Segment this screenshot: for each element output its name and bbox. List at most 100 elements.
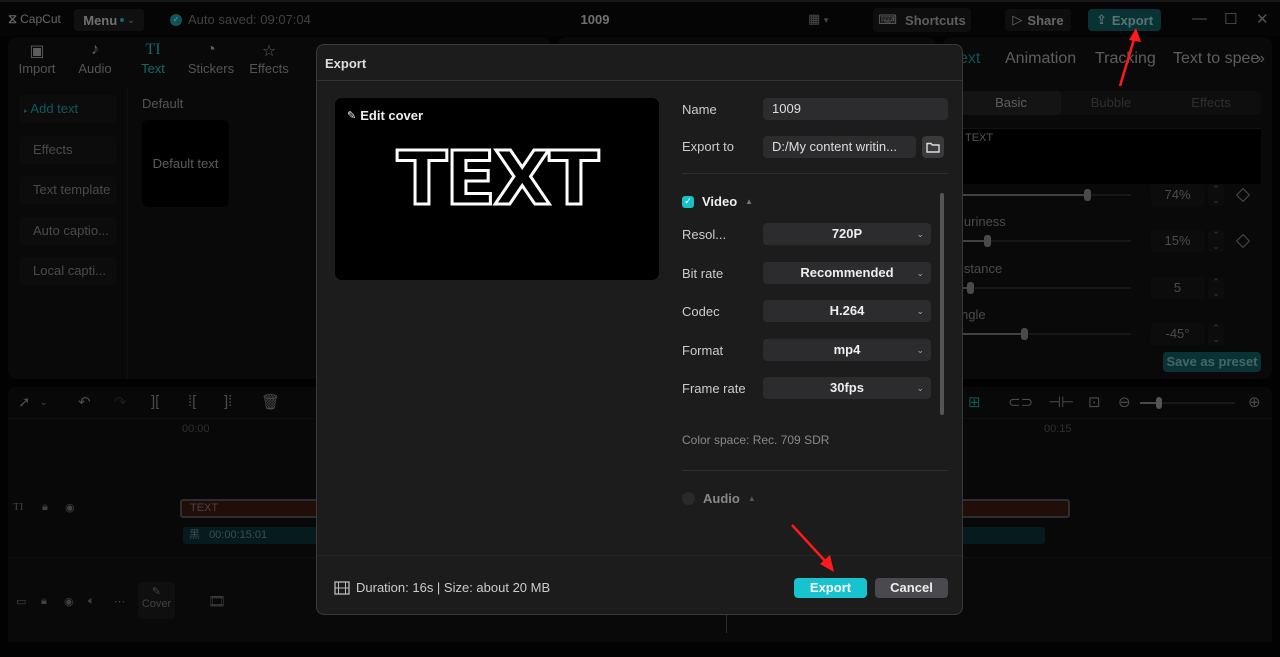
angle-value[interactable]: -45° — [1151, 323, 1204, 345]
browse-folder-button[interactable] — [922, 136, 944, 158]
audio-section-header[interactable]: Audio ▲ — [682, 491, 756, 506]
shortcuts-label: Shortcuts — [905, 12, 966, 28]
opacity-value[interactable]: 74% — [1151, 184, 1204, 206]
framerate-select[interactable]: 30fps ⌄ — [763, 377, 931, 399]
cancel-button[interactable]: Cancel — [875, 578, 948, 598]
angle-slider[interactable] — [961, 328, 1131, 340]
tab-stickers[interactable]: ◔ Stickers — [182, 37, 240, 81]
split-left-icon[interactable]: ⁞[ — [188, 393, 196, 410]
edit-cover-button[interactable]: ✎ Edit cover — [347, 108, 423, 123]
caret-right-icon: ▸ — [24, 108, 28, 115]
text-track-icon: TI — [13, 501, 24, 513]
keyframe-icon[interactable] — [1235, 233, 1251, 249]
tab-text-to-speech[interactable]: Text to speech — [1173, 50, 1258, 68]
settings-scrollbar[interactable] — [940, 193, 944, 415]
stepper-icon[interactable]: ⌃ ⌄ — [1208, 323, 1224, 345]
zoom-out-icon[interactable]: ⊖ — [1118, 393, 1131, 411]
distance-value[interactable]: 5 — [1151, 277, 1204, 299]
timeline-zoom-slider[interactable] — [1140, 397, 1235, 409]
video-checkbox[interactable]: ✓ — [682, 195, 694, 208]
snap-icon[interactable]: ⊞ — [968, 393, 981, 411]
more-tabs-icon[interactable]: » — [1256, 50, 1265, 68]
section-label: Default — [142, 96, 184, 111]
upload-icon: ⇪ — [1095, 12, 1107, 27]
tab-audio[interactable]: ♪ Audio — [66, 37, 124, 81]
ruler-mark: 00:15 — [1044, 423, 1072, 435]
text-content-input[interactable]: TEXT — [961, 128, 1261, 184]
menu-button[interactable]: Menu ⌄ — [74, 9, 144, 31]
blurriness-value[interactable]: 15% — [1151, 230, 1204, 252]
chevron-down-icon: ⌄ — [916, 383, 924, 393]
layout-button[interactable]: ▦ ▾ — [808, 11, 828, 27]
lock-icon[interactable]: 🔒︎ — [41, 595, 47, 608]
sidebar-item-text-template[interactable]: Text template — [20, 176, 116, 204]
chevron-down-icon[interactable]: ⌄ — [40, 397, 48, 408]
chevron-down-icon: ⌄ — [916, 306, 924, 316]
distance-slider[interactable] — [961, 282, 1131, 294]
clip-label: TEXT — [190, 502, 219, 514]
film-icon — [334, 580, 350, 595]
volume-icon[interactable]: 🔈︎ — [88, 595, 95, 608]
share-button[interactable]: ▷ Share — [1005, 9, 1071, 31]
format-select[interactable]: mp4 ⌄ — [763, 339, 931, 361]
keyframe-icon[interactable] — [1235, 187, 1251, 203]
opacity-slider[interactable] — [961, 189, 1131, 201]
stepper-icon[interactable]: ⌃ ⌄ — [1208, 277, 1224, 299]
audio-icon: ♪ — [91, 41, 99, 58]
subtab-basic[interactable]: Basic — [961, 91, 1061, 115]
sidebar-item-add-text[interactable]: ▸ Add text — [20, 95, 116, 123]
delete-icon[interactable]: 🗑 — [261, 393, 280, 411]
audio-checkbox[interactable] — [682, 492, 695, 505]
cover-button[interactable]: ✎ Cover — [138, 582, 175, 619]
sidebar-item-local-captions[interactable]: Local capti... — [20, 257, 116, 285]
properties-panel: ext Animation Tracking Text to speech » … — [943, 37, 1272, 379]
export-path-field[interactable]: D:/My content writin... — [763, 136, 916, 158]
autosave-text: Auto saved: 09:07:04 — [188, 12, 311, 27]
annotation-arrow-top — [1118, 28, 1141, 87]
select-cursor-icon[interactable]: ➚ — [18, 393, 31, 411]
tab-effects[interactable]: ☆ Effects — [240, 37, 298, 81]
subtab-effects[interactable]: Effects — [1161, 91, 1261, 115]
save-as-preset-button[interactable]: Save as preset — [1163, 352, 1261, 372]
maximize-button[interactable]: ☐ — [1224, 10, 1237, 28]
video-section-header[interactable]: ✓ Video ▲ — [682, 194, 753, 209]
eye-icon[interactable]: ◉ — [64, 595, 74, 608]
redo-icon[interactable]: ↷ — [114, 393, 127, 411]
subtab-bubble[interactable]: Bubble — [1061, 91, 1161, 115]
eye-icon[interactable]: ◉ — [65, 501, 75, 514]
audio-label: Audio — [703, 491, 740, 506]
stepper-icon[interactable]: ⌃ ⌄ — [1208, 230, 1224, 252]
default-text-card[interactable]: Default text — [142, 120, 229, 207]
undo-icon[interactable]: ↶ — [78, 393, 91, 411]
resolution-select[interactable]: 720P ⌄ — [763, 223, 931, 245]
close-button[interactable]: ✕ — [1256, 10, 1269, 28]
zoom-in-icon[interactable]: ⊕ — [1248, 393, 1261, 411]
share-icon: ▷ — [1012, 12, 1023, 27]
split-right-icon[interactable]: ]⁞ — [224, 393, 232, 410]
export-button[interactable]: Export — [794, 578, 867, 598]
bitrate-select[interactable]: Recommended ⌄ — [763, 262, 931, 284]
tab-text[interactable]: TI Text — [124, 37, 182, 81]
sidebar-item-label: Text template — [33, 182, 111, 197]
zoom-thumb[interactable] — [1156, 397, 1162, 409]
more-icon[interactable]: ⋯ — [114, 595, 125, 608]
tab-animation[interactable]: Animation — [1005, 50, 1076, 68]
link-icon[interactable]: ⊂⊃ — [1008, 393, 1033, 411]
cover-label: Cover — [141, 598, 172, 610]
lock-icon[interactable]: 🔒︎ — [42, 501, 48, 514]
codec-select[interactable]: H.264 ⌄ — [763, 300, 931, 322]
tab-import[interactable]: ▣ Import — [8, 37, 66, 81]
sidebar-item-auto-captions[interactable]: Auto captio... — [20, 217, 116, 245]
minimize-button[interactable]: — — [1192, 10, 1207, 27]
shortcuts-button[interactable]: ⌨ Shortcuts — [873, 8, 971, 32]
app-logo: ⧖ CapCut — [8, 11, 61, 27]
split-screen-icon[interactable]: ⊣⊢ — [1048, 393, 1074, 411]
preview-axis-icon[interactable]: ⊡ — [1088, 393, 1101, 411]
split-icon[interactable]: ][ — [151, 393, 159, 410]
blurriness-slider[interactable] — [961, 235, 1131, 247]
property-label: istance — [961, 261, 1003, 276]
name-input[interactable] — [763, 98, 948, 120]
chevron-down-icon: ⌄ — [127, 14, 135, 25]
stepper-icon[interactable]: ⌃ ⌄ — [1208, 184, 1224, 206]
sidebar-item-effects[interactable]: Effects — [20, 136, 116, 164]
